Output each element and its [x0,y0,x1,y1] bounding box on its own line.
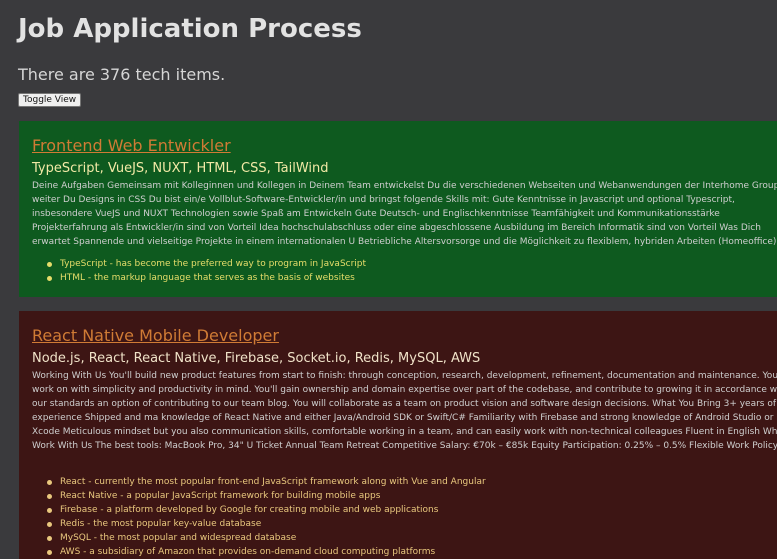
bullet-icon [47,550,52,555]
job-title-link[interactable]: Frontend Web Entwickler [32,136,231,155]
tech-list: TypeScript - has become the preferred wa… [32,257,777,285]
tech-item-text: React - currently the most popular front… [60,477,486,487]
tech-item-text: AWS - a subsidiary of Amazon that provid… [60,547,436,557]
bullet-icon [47,480,52,485]
bullet-icon [47,522,52,527]
bullet-icon [47,262,52,267]
bullet-icon [47,494,52,499]
page: Job Application Process There are 376 te… [0,0,777,559]
tech-list-item: HTML - the markup language that serves a… [47,271,777,285]
toggle-view-button[interactable]: Toggle View [18,93,82,107]
job-skills: Node.js, React, React Native, Firebase, … [32,351,481,366]
tech-list-item: React - currently the most popular front… [47,475,777,489]
job-card: Frontend Web Entwickler TypeScript, VueJ… [19,121,777,297]
tech-item-text: Redis - the most popular key-value datab… [60,519,262,529]
tech-list-item: Firebase - a platform developed by Googl… [47,503,777,517]
job-title-link[interactable]: React Native Mobile Developer [32,326,279,345]
tech-list-item: TypeScript - has become the preferred wa… [47,257,777,271]
bullet-icon [47,536,52,541]
bullet-icon [47,508,52,513]
job-description: Working With Us You'll build new product… [32,371,777,451]
tech-items-count: There are 376 tech items. [18,65,226,84]
tech-list-item: AWS - a subsidiary of Amazon that provid… [47,545,777,559]
tech-list-item: React Native - a popular JavaScript fram… [47,489,777,503]
job-skills: TypeScript, VueJS, NUXT, HTML, CSS, Tail… [32,161,329,176]
tech-item-text: Firebase - a platform developed by Googl… [60,505,439,515]
tech-item-text: HTML - the markup language that serves a… [60,273,355,283]
tech-list-item: Redis - the most popular key-value datab… [47,517,777,531]
bullet-icon [47,276,52,281]
job-card: React Native Mobile Developer Node.js, R… [19,311,777,559]
tech-list-item: MySQL - the most popular and widespread … [47,531,777,545]
tech-item-text: TypeScript - has become the preferred wa… [60,259,367,269]
tech-item-text: MySQL - the most popular and widespread … [60,533,297,543]
job-description: Deine Aufgaben Gemeinsam mit Kolleginnen… [32,181,777,247]
tech-item-text: React Native - a popular JavaScript fram… [60,491,381,501]
page-title: Job Application Process [18,14,362,44]
tech-list: React - currently the most popular front… [32,475,777,559]
